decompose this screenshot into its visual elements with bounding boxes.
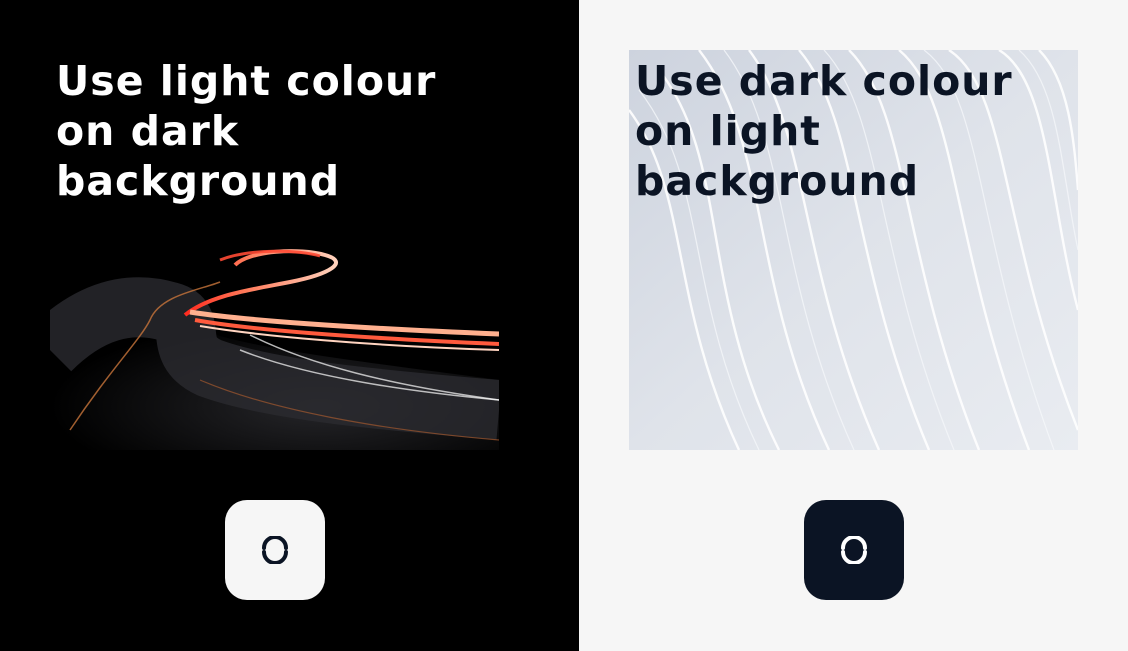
dark-panel: Use light colour on dark background (0, 0, 579, 651)
sample-button-dark[interactable] (804, 500, 904, 600)
sync-icon (841, 536, 867, 564)
headline-light-on-dark: Use light colour on dark background (56, 57, 437, 205)
light-panel: Use dark colour on light background (579, 0, 1128, 651)
sample-button-light[interactable] (225, 500, 325, 600)
headline-dark-on-light: Use dark colour on light background (635, 57, 1013, 205)
sync-icon (262, 536, 288, 564)
